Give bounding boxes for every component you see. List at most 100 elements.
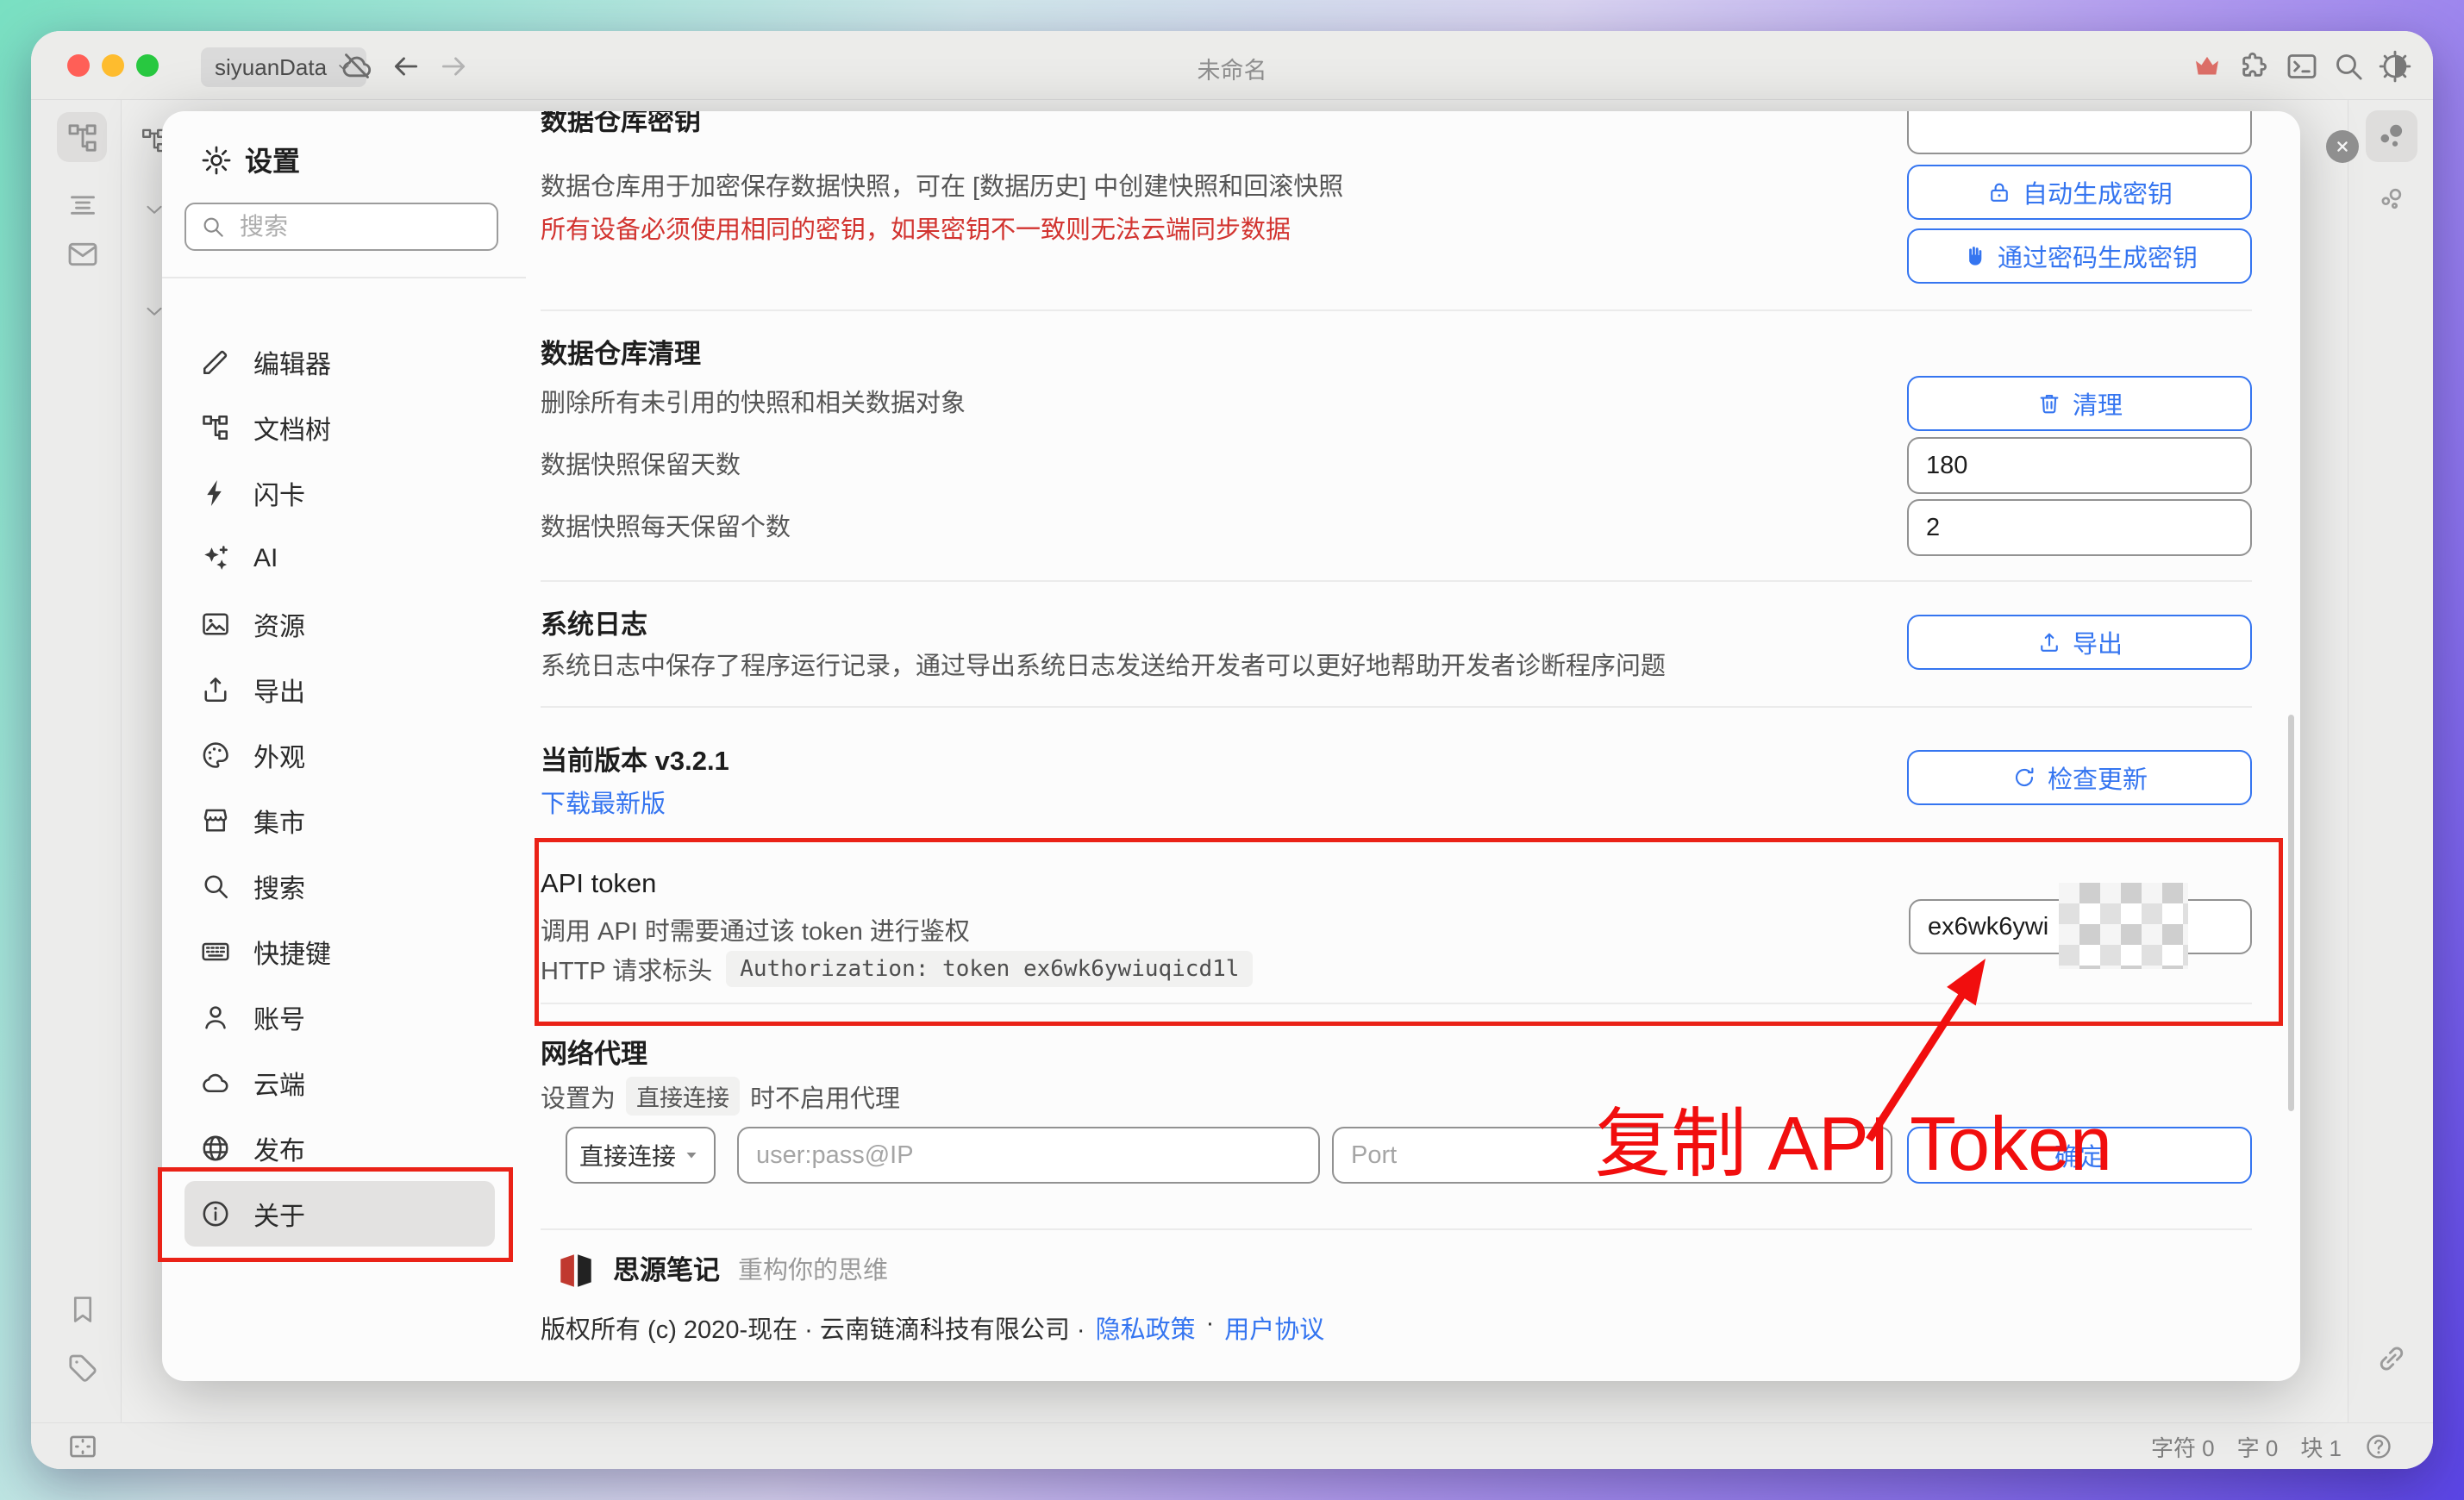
sidebar-item-appearance[interactable]: 外观: [184, 722, 495, 788]
auto-generate-key-button[interactable]: 自动生成密钥: [1907, 165, 2252, 220]
lock-icon: [1986, 179, 2012, 205]
minimize-window-button[interactable]: [102, 54, 124, 77]
proxy-address-input[interactable]: [737, 1127, 1320, 1184]
theme-mode-icon[interactable]: [2378, 49, 2412, 84]
sidebar-item-account[interactable]: 账号: [184, 984, 495, 1050]
tag-icon[interactable]: [66, 1351, 100, 1385]
help-icon[interactable]: [2364, 1432, 2393, 1461]
desktop: siyuanData 未命名: [0, 0, 2464, 1500]
sidebar-item-export[interactable]: 导出: [184, 657, 495, 722]
close-icon: [2333, 137, 2352, 156]
dialog-scrollbar[interactable]: [2288, 715, 2294, 1111]
http-header-code: Authorization: token ex6wk6ywiuqicd1l: [726, 951, 1253, 987]
forward-icon[interactable]: [436, 49, 471, 84]
graph-view-icon[interactable]: [2373, 117, 2411, 155]
purge-desc: 删除所有未引用的快照和相关数据对象: [541, 376, 966, 431]
copyright-row: 版权所有 (c) 2020-现在 · 云南链滴科技有限公司 · 隐私政策 · 用…: [541, 1309, 1324, 1346]
globe-icon: [200, 1133, 231, 1164]
section-divider: [541, 580, 2252, 582]
file-tree-icon[interactable]: [66, 121, 100, 155]
export-log-button[interactable]: 导出: [1907, 615, 2252, 670]
purge-button[interactable]: 清理: [1907, 376, 2252, 431]
sidebar-item-about[interactable]: 关于: [184, 1181, 495, 1247]
sidebar-item-label: 外观: [253, 736, 305, 774]
relations-graph-icon[interactable]: [2375, 183, 2408, 216]
repo-key-warning: 所有设备必须使用相同的密钥，如果密钥不一致则无法云端同步数据: [541, 209, 1291, 246]
sparkles-icon: [200, 543, 231, 574]
zoom-window-button[interactable]: [136, 54, 159, 77]
proxy-type-value: 直接连接: [579, 1138, 676, 1172]
image-icon: [200, 609, 231, 640]
dock-divider-left: [121, 100, 122, 1422]
sidebar-item-label: AI: [253, 544, 278, 573]
retention-days-input[interactable]: [1907, 437, 2252, 494]
settings-search-box[interactable]: [184, 203, 498, 251]
titlebar: siyuanData 未命名: [31, 31, 2433, 100]
privacy-policy-link[interactable]: 隐私政策: [1096, 1309, 1196, 1346]
user-agreement-link[interactable]: 用户协议: [1224, 1309, 1324, 1346]
section-divider: [541, 706, 2252, 708]
sidebar-item-ai[interactable]: AI: [184, 526, 495, 591]
dialog-close-button[interactable]: [2326, 130, 2359, 163]
sidebar-item-label: 云端: [253, 1064, 305, 1102]
expand-window-icon[interactable]: [66, 1430, 100, 1463]
section-divider: [541, 1003, 2252, 1004]
siyuan-logo-icon: [554, 1249, 597, 1292]
dock-left: [31, 100, 121, 1422]
proxy-type-select[interactable]: 直接连接: [566, 1127, 716, 1184]
sidebar-item-hotkeys[interactable]: 快捷键: [184, 919, 495, 984]
info-icon: [200, 1198, 231, 1229]
dock-right: [2348, 100, 2433, 1422]
store-icon: [200, 805, 231, 836]
export-icon: [200, 674, 231, 705]
gear-icon: [200, 144, 233, 177]
api-token-http-row: HTTP 请求标头 Authorization: token ex6wk6ywi…: [541, 951, 1253, 987]
sidebar-item-bazaar[interactable]: 集市: [184, 788, 495, 853]
sidebar-item-editor[interactable]: 编辑器: [184, 329, 495, 395]
cloud-icon: [200, 1067, 231, 1098]
back-icon[interactable]: [389, 49, 423, 84]
sidebar-item-label: 关于: [253, 1195, 305, 1233]
plugin-puzzle-icon[interactable]: [2238, 49, 2273, 84]
sidebar-item-flashcard[interactable]: 闪卡: [184, 460, 495, 526]
sidebar-item-label: 发布: [253, 1129, 305, 1167]
doctree-icon: [200, 412, 231, 443]
terminal-icon[interactable]: [2285, 49, 2319, 84]
password-generate-key-button[interactable]: 通过密码生成密钥: [1907, 228, 2252, 284]
daily-keep-label: 数据快照每天保留个数: [541, 499, 791, 556]
hand-icon: [1961, 243, 1987, 269]
sidebar-item-assets[interactable]: 资源: [184, 591, 495, 657]
backlink-icon[interactable]: [2374, 1341, 2409, 1376]
magnifier-icon: [200, 871, 231, 902]
sidebar-item-search[interactable]: 搜索: [184, 853, 495, 919]
global-search-icon[interactable]: [2331, 49, 2366, 84]
close-window-button[interactable]: [67, 54, 90, 77]
sidebar-item-label: 搜索: [253, 867, 305, 905]
daily-keep-input[interactable]: [1907, 499, 2252, 556]
sidebar-item-publish[interactable]: 发布: [184, 1116, 495, 1181]
sidebar-item-label: 集市: [253, 802, 305, 840]
proxy-desc-prefix: 设置为: [541, 1078, 616, 1115]
download-latest-link[interactable]: 下载最新版: [541, 784, 666, 820]
check-update-button[interactable]: 检查更新: [1907, 750, 2252, 805]
proxy-confirm-button[interactable]: 确定: [1907, 1127, 2252, 1184]
settings-menu: 编辑器文档树闪卡 AI 资源导出外观集市搜索快捷键账号云端发布关于: [184, 329, 495, 1247]
sidebar-item-label: 导出: [253, 671, 305, 709]
settings-search-input[interactable]: [238, 212, 483, 241]
purge-button-label: 清理: [2073, 385, 2123, 422]
api-token-input[interactable]: [1909, 899, 2252, 954]
sidebar-item-cloud[interactable]: 云端: [184, 1050, 495, 1116]
inbox-mail-icon[interactable]: [66, 237, 100, 272]
http-header-label: HTTP 请求标头: [541, 951, 712, 987]
upload-icon: [2036, 629, 2062, 655]
cloud-sync-off-icon[interactable]: [340, 49, 374, 84]
proxy-port-input[interactable]: [1332, 1127, 1892, 1184]
api-token-heading: API token: [541, 868, 656, 899]
outline-icon[interactable]: [66, 188, 100, 222]
vip-crown-icon[interactable]: [2190, 49, 2224, 84]
check-update-label: 检查更新: [2048, 759, 2148, 796]
repo-key-input-clipped[interactable]: [1907, 111, 2252, 154]
auto-generate-key-label: 自动生成密钥: [2023, 174, 2173, 210]
bookmark-icon[interactable]: [66, 1293, 99, 1326]
sidebar-item-doctree[interactable]: 文档树: [184, 395, 495, 460]
